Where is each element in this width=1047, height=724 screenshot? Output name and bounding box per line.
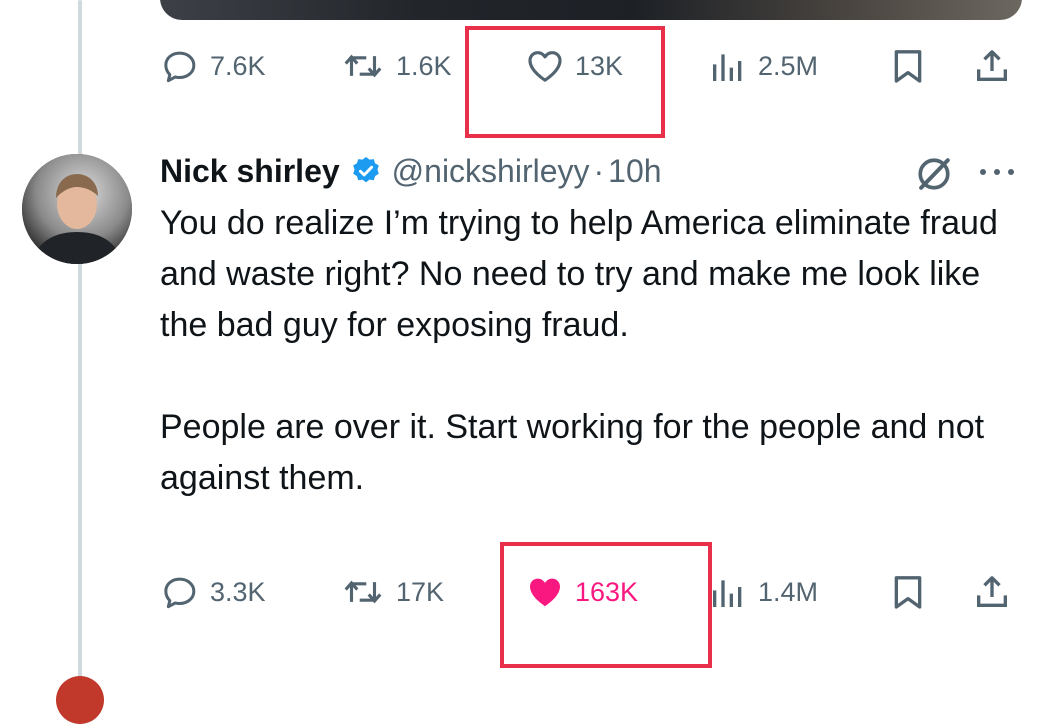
reply-count: 7.6K [210,50,266,81]
bookmark-icon [894,576,922,609]
share-upload-icon [977,50,1007,81]
author-handle[interactable]: @nickshirleyy [392,153,590,190]
views-count: 1.4M [758,576,819,607]
tweet-text-paragraph-2: People are over it. Start working for th… [160,408,994,497]
repost-count: 17K [396,576,445,607]
author-name[interactable]: Nick shirley [160,153,340,190]
share-upload-icon [977,576,1007,607]
speech-bubble-icon [164,51,196,83]
views-button[interactable]: 1.4M [708,562,818,622]
avatar[interactable] [22,154,132,264]
highlight-box-likes-previous [465,26,665,138]
avatar-portrait [22,154,132,264]
tweet-timestamp[interactable]: 10h [608,153,661,190]
speech-bubble-icon [164,577,196,609]
views-button[interactable]: 2.5M [708,36,818,96]
thread-connector-line [78,0,82,683]
reply-button[interactable]: 7.6K [160,36,266,96]
repost-button[interactable]: 17K [340,562,444,622]
highlight-box-likes-current [500,542,712,668]
bookmark-button[interactable] [888,562,928,622]
next-reply-avatar[interactable] [56,676,104,724]
bookmark-icon [894,50,922,83]
bar-chart-icon [713,580,742,607]
bookmark-button[interactable] [888,36,928,96]
share-button[interactable] [972,36,1012,96]
grok-slash-circle-icon[interactable] [912,152,956,201]
tweet-header: Nick shirley @nickshirleyy · 10h [160,148,662,194]
repost-arrows-icon [344,54,382,78]
repost-count: 1.6K [396,50,452,81]
share-button[interactable] [972,562,1012,622]
repost-button[interactable]: 1.6K [340,36,452,96]
bar-chart-icon [713,54,742,81]
reply-button[interactable]: 3.3K [160,562,266,622]
more-dots-icon[interactable] [975,164,1019,185]
meta-separator: · [593,152,605,189]
reply-count: 3.3K [210,576,266,607]
previous-tweet-media[interactable] [160,0,1022,20]
tweet-text-paragraph-1: You do realize I’m trying to help Americ… [160,204,1008,344]
tweet-body: You do realize I’m trying to help Americ… [160,198,1020,504]
views-count: 2.5M [758,50,819,81]
verified-badge-icon[interactable] [350,155,382,187]
repost-arrows-icon [344,580,382,604]
